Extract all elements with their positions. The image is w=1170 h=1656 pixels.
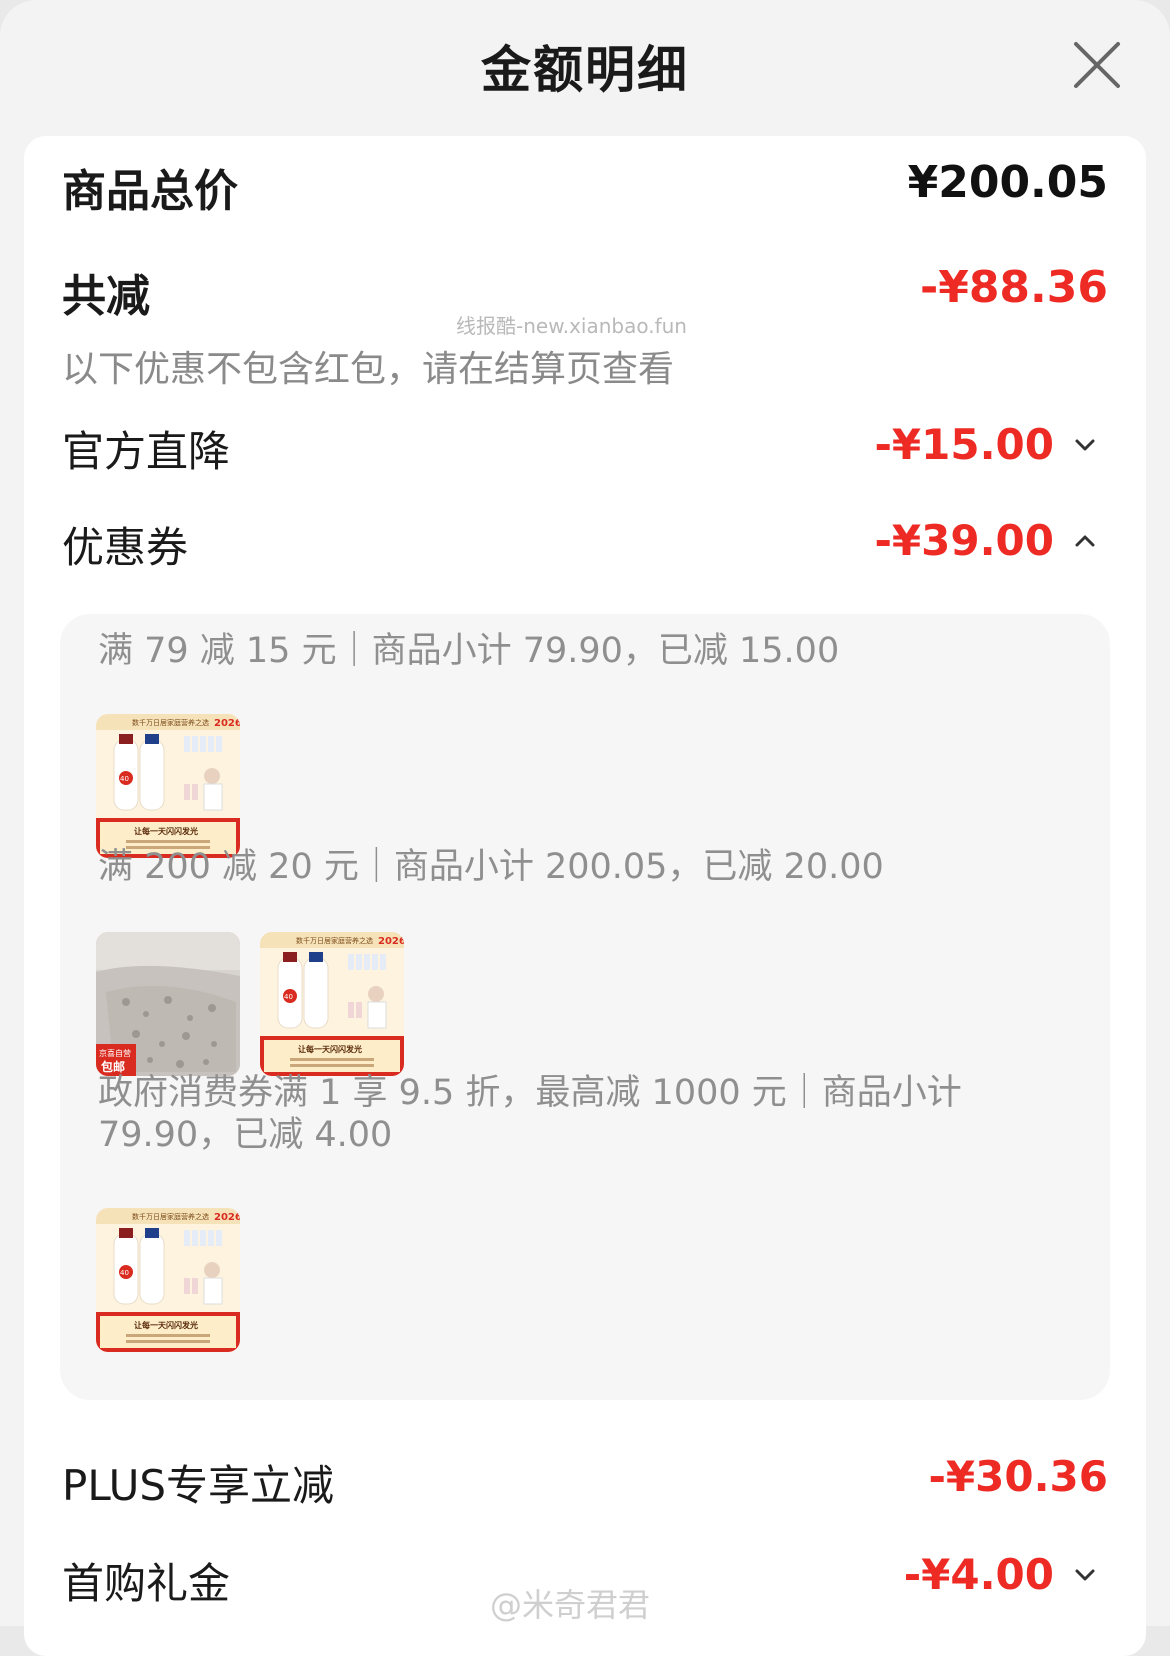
- product-badge-text: 40: [120, 775, 129, 783]
- coupon-rule-3-line2: 79.90，已减 4.00: [98, 1115, 393, 1155]
- chevron-down-icon[interactable]: [1070, 430, 1100, 460]
- total-discount-value: -¥88.36: [919, 262, 1108, 313]
- discount-note: 以下优惠不包含红包，请在结算页查看: [62, 349, 675, 390]
- coupon-value[interactable]: -¥39.00: [874, 516, 1054, 565]
- product-thumb-milk[interactable]: 数千万日居家庭营养之选 2026 40 让每一天闪闪发光: [260, 932, 404, 1076]
- amount-detail-sheet: 金额明细 商品总价 ¥200.05 共减 -¥88.36 线报酷-new.xia…: [0, 0, 1170, 1656]
- first-purchase-value[interactable]: -¥4.00: [904, 1550, 1054, 1599]
- product-thumb-milk[interactable]: 数千万日居家庭营养之选 2026 40 让每一天闪闪发光: [96, 714, 240, 858]
- official-drop-value[interactable]: -¥15.00: [874, 420, 1054, 469]
- chevron-down-icon[interactable]: [1070, 1560, 1100, 1590]
- total-discount-label: 共减: [62, 271, 150, 322]
- product-thumb-blanket[interactable]: 京喜自营 包邮: [96, 932, 240, 1076]
- chevron-up-icon[interactable]: [1070, 526, 1100, 556]
- sheet-header: 金额明细: [0, 0, 1170, 132]
- product-banner-text: 数千万日居家庭营养之选: [132, 718, 209, 727]
- blanket-badge-line1: 京喜自营: [99, 1048, 131, 1058]
- product-banner-text: 数千万日居家庭营养之选: [296, 936, 373, 945]
- coupon-label[interactable]: 优惠券: [62, 514, 188, 575]
- product-slogan-text: 让每一天闪闪发光: [298, 1044, 362, 1054]
- watermark-text: 线报酷-new.xianbao.fun: [456, 314, 687, 338]
- product-slogan-text: 让每一天闪闪发光: [134, 826, 198, 836]
- coupon-rule-2: 满 200 减 20 元｜商品小计 200.05，已减 20.00: [98, 847, 884, 887]
- product-badge-text: 40: [120, 1269, 129, 1277]
- product-badge-text: 40: [284, 993, 293, 1001]
- page-title: 金额明细: [481, 41, 689, 99]
- product-year-text: 2026: [214, 1212, 240, 1223]
- coupon-rule-1: 满 79 减 15 元｜商品小计 79.90，已减 15.00: [98, 631, 840, 671]
- product-thumb-milk[interactable]: 数千万日居家庭营养之选 2026 40 让每一天闪闪发光: [96, 1208, 240, 1352]
- official-drop-label[interactable]: 官方直降: [62, 418, 230, 479]
- coupon-detail-box: 满 79 减 15 元｜商品小计 79.90，已减 15.00 数千万日居家庭营…: [60, 614, 1110, 1400]
- plus-discount-value[interactable]: -¥30.36: [928, 1452, 1108, 1501]
- total-price-label: 商品总价: [62, 166, 238, 217]
- product-slogan-text: 让每一天闪闪发光: [134, 1320, 198, 1330]
- product-year-text: 2026: [214, 718, 240, 729]
- total-price-value: ¥200.05: [907, 157, 1108, 208]
- product-banner-text: 数千万日居家庭营养之选: [132, 1212, 209, 1221]
- weibo-watermark: @米奇君君: [490, 1586, 651, 1624]
- product-year-text: 2026: [378, 936, 404, 947]
- coupon-rule-3-line1: 政府消费券满 1 享 9.5 折，最高减 1000 元｜商品小计: [98, 1073, 962, 1113]
- first-purchase-label[interactable]: 首购礼金: [62, 1550, 230, 1611]
- plus-discount-label[interactable]: PLUS专享立减: [62, 1452, 334, 1513]
- close-icon[interactable]: [1070, 38, 1124, 92]
